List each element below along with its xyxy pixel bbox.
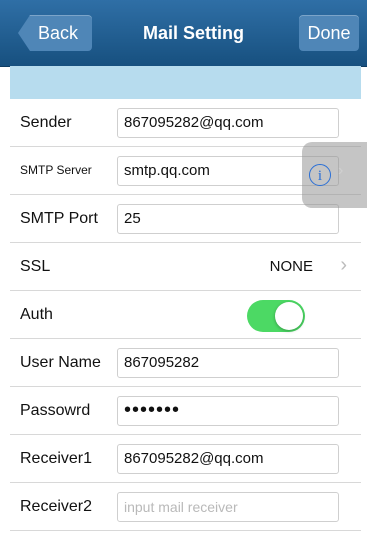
receiver2-input[interactable]: input mail receiver <box>117 492 339 522</box>
receiver2-placeholder: input mail receiver <box>124 499 238 515</box>
smtp-port-label: SMTP Port <box>20 210 98 227</box>
info-icon[interactable]: i <box>309 164 331 186</box>
row-receiver1: Receiver1 867095282@qq.com <box>10 435 361 483</box>
smtp-server-label: SMTP Server <box>20 163 92 177</box>
row-receiver2: Receiver2 input mail receiver <box>10 483 361 531</box>
sender-label: Sender <box>20 114 72 131</box>
navigation-bar: Back Mail Setting Done <box>0 0 367 67</box>
receiver1-input[interactable]: 867095282@qq.com <box>117 444 339 474</box>
receiver2-label: Receiver2 <box>20 498 93 515</box>
row-password: Passowrd ••••••• <box>10 387 361 435</box>
info-overlay[interactable]: i › <box>302 142 367 208</box>
smtp-port-input[interactable]: 25 <box>117 204 339 234</box>
auth-toggle[interactable] <box>247 300 305 332</box>
ssl-label: SSL <box>20 258 51 275</box>
password-input[interactable]: ••••••• <box>117 396 339 426</box>
row-ssl[interactable]: SSL NONE › <box>10 243 361 291</box>
ssl-value: NONE <box>269 258 313 275</box>
row-sender: Sender 867095282@qq.com <box>10 99 361 147</box>
auth-label: Auth <box>20 306 53 323</box>
section-header-band <box>10 66 361 99</box>
toggle-knob <box>275 302 303 330</box>
receiver1-label: Receiver1 <box>20 450 93 467</box>
chevron-right-icon: › <box>338 162 344 179</box>
password-label: Passowrd <box>20 402 91 419</box>
sender-input[interactable]: 867095282@qq.com <box>117 108 339 138</box>
user-name-input[interactable]: 867095282 <box>117 348 339 378</box>
row-auth: Auth <box>10 291 361 339</box>
row-user-name: User Name 867095282 <box>10 339 361 387</box>
user-name-label: User Name <box>20 354 101 371</box>
back-button[interactable]: Back <box>18 15 92 51</box>
done-button[interactable]: Done <box>299 15 359 51</box>
chevron-right-icon: › <box>340 254 347 276</box>
page-title: Mail Setting <box>142 23 244 43</box>
